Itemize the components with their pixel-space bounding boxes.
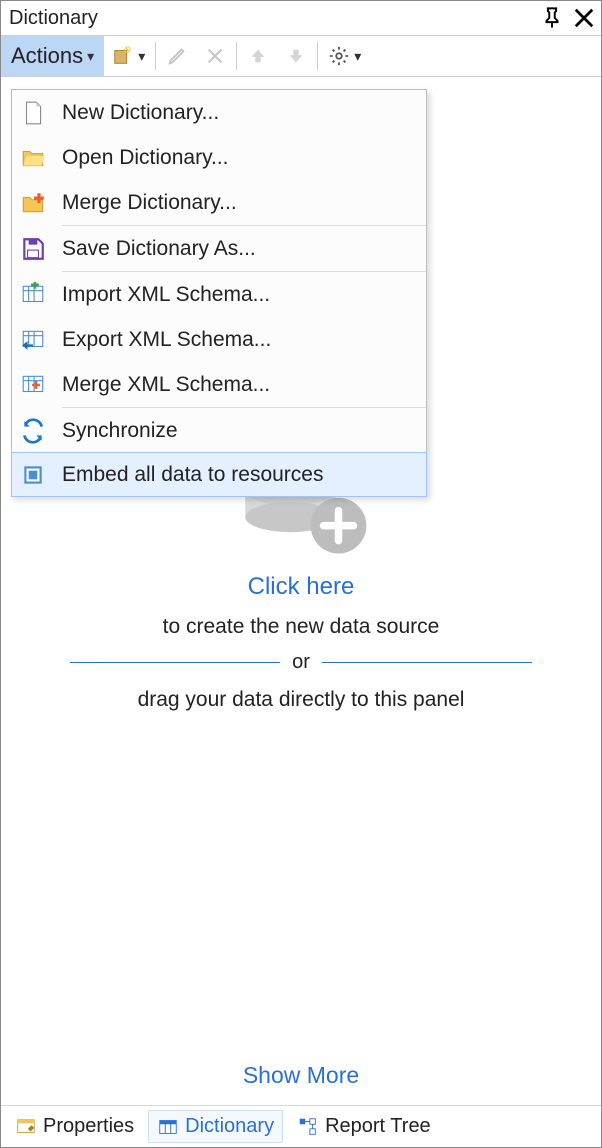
tab-label: Dictionary (185, 1115, 274, 1138)
merge-schema-icon (18, 370, 48, 400)
actions-dropdown-menu: New Dictionary... Open Dictionary... Mer… (11, 89, 427, 497)
create-data-source-link[interactable]: Click here (1, 573, 601, 601)
tab-label: Properties (43, 1115, 134, 1138)
panel-titlebar: Dictionary (1, 1, 601, 35)
chevron-down-icon: ▾ (354, 48, 361, 65)
open-folder-icon (18, 143, 48, 173)
toolbar-separator (155, 42, 156, 70)
merge-folder-icon (18, 188, 48, 218)
menu-item-open-dictionary[interactable]: Open Dictionary... (12, 135, 426, 180)
placeholder-line-1: to create the new data source (1, 615, 601, 639)
menu-item-synchronize[interactable]: Synchronize (12, 408, 426, 453)
new-file-icon (18, 98, 48, 128)
move-up-button[interactable] (239, 36, 277, 76)
placeholder-or-row: or (41, 651, 561, 674)
chevron-down-icon: ▾ (138, 48, 145, 65)
panel-title: Dictionary (9, 7, 541, 30)
sync-icon (18, 416, 48, 446)
menu-item-label: Import XML Schema... (62, 283, 270, 307)
settings-split-button[interactable]: ▾ (320, 36, 369, 76)
menu-item-label: Embed all data to resources (62, 463, 323, 487)
tab-dictionary[interactable]: Dictionary (148, 1110, 283, 1143)
menu-item-new-dictionary[interactable]: New Dictionary... (12, 90, 426, 135)
bottom-tabs: Properties Dictionary Report Tree (1, 1105, 601, 1147)
move-down-button[interactable] (277, 36, 315, 76)
chevron-down-icon: ▾ (87, 48, 94, 65)
edit-button[interactable] (158, 36, 196, 76)
menu-item-label: New Dictionary... (62, 101, 219, 125)
save-icon (18, 234, 48, 264)
new-item-split-button[interactable]: ▾ (104, 36, 153, 76)
menu-item-export-xml-schema[interactable]: Export XML Schema... (12, 317, 426, 362)
menu-item-merge-dictionary[interactable]: Merge Dictionary... (12, 180, 426, 225)
menu-item-label: Merge Dictionary... (62, 191, 237, 215)
import-schema-icon (18, 280, 48, 310)
toolbar-separator (236, 42, 237, 70)
toolbar: Actions ▾ ▾ ▾ (1, 35, 601, 77)
menu-item-label: Export XML Schema... (62, 328, 271, 352)
menu-item-label: Save Dictionary As... (62, 237, 256, 261)
menu-item-embed-all-data[interactable]: Embed all data to resources (11, 452, 427, 497)
placeholder-line-2: drag your data directly to this panel (1, 688, 601, 712)
show-more-link[interactable]: Show More (1, 1062, 601, 1089)
toolbar-separator (317, 42, 318, 70)
menu-item-label: Merge XML Schema... (62, 373, 270, 397)
tab-label: Report Tree (325, 1115, 431, 1138)
menu-item-label: Open Dictionary... (62, 146, 229, 170)
actions-dropdown-button[interactable]: Actions ▾ (1, 36, 104, 76)
pin-icon[interactable] (541, 7, 563, 29)
export-schema-icon (18, 325, 48, 355)
menu-item-merge-xml-schema[interactable]: Merge XML Schema... (12, 362, 426, 407)
menu-item-label: Synchronize (62, 419, 178, 443)
close-icon[interactable] (573, 7, 595, 29)
placeholder-or: or (292, 651, 310, 674)
menu-item-save-dictionary-as[interactable]: Save Dictionary As... (12, 226, 426, 271)
menu-item-import-xml-schema[interactable]: Import XML Schema... (12, 272, 426, 317)
embed-data-icon (18, 460, 48, 490)
tab-report-tree[interactable]: Report Tree (289, 1111, 439, 1142)
actions-label: Actions (11, 43, 83, 69)
tab-properties[interactable]: Properties (7, 1111, 142, 1142)
delete-button[interactable] (196, 36, 234, 76)
